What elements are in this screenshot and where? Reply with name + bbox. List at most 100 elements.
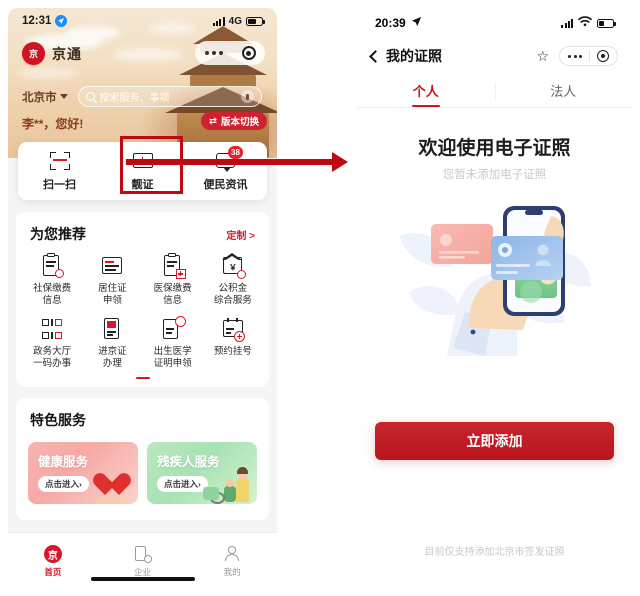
screenshot-root: 12:31 4G 京 京通 北京市 搜索服务、事项 李**，您好! ⇄ 版本切换… bbox=[0, 0, 640, 596]
back-chevron-icon[interactable] bbox=[369, 49, 382, 63]
nav-tab-home[interactable]: 京 首页 bbox=[8, 533, 98, 588]
grid-item-label: 进京证 办理 bbox=[98, 346, 127, 369]
recommend-section: 为您推荐 定制 > 社保缴费 信息 居住证 申领 医保缴费 信息 ￥ 公积金 综… bbox=[16, 212, 269, 387]
target-icon[interactable] bbox=[241, 46, 256, 60]
recommend-grid: 社保缴费 信息 居住证 申领 医保缴费 信息 ￥ 公积金 综合服务 政务大厅 一… bbox=[16, 250, 269, 370]
quick-action-scan[interactable]: 扫一扫 bbox=[18, 142, 101, 200]
page-title: 我的证照 bbox=[386, 48, 442, 64]
person-icon bbox=[223, 545, 241, 563]
wifi-icon bbox=[578, 16, 592, 30]
city-and-search-row: 北京市 搜索服务、事项 bbox=[22, 86, 262, 107]
unread-badge: 38 bbox=[228, 145, 243, 159]
customize-link[interactable]: 定制 > bbox=[226, 227, 255, 242]
grid-item-residence-permit[interactable]: 居住证 申领 bbox=[82, 254, 142, 307]
featured-card-title: 健康服务 bbox=[38, 455, 89, 469]
grid-item-label: 出生医学 证明申领 bbox=[153, 346, 192, 369]
tab-personal[interactable]: 个人 bbox=[357, 74, 495, 107]
featured-cards: 健康服务 点击进入› 残疾人服务 点击进入› bbox=[16, 436, 269, 504]
footer-note: 目前仅支持添加北京市签发证照 bbox=[424, 547, 565, 558]
battery-icon bbox=[246, 16, 265, 26]
page-nav-bar: 我的证照 ☆ bbox=[357, 38, 632, 74]
grid-item-label: 居住证 申领 bbox=[98, 283, 127, 306]
tab-label: 个人 bbox=[412, 84, 439, 99]
empty-state-heading: 欢迎使用电子证照 bbox=[418, 138, 571, 159]
left-phone-screen: 12:31 4G 京 京通 北京市 搜索服务、事项 李**，您好! ⇄ 版本切换… bbox=[8, 8, 277, 588]
section-title: 特色服务 bbox=[30, 412, 86, 428]
featured-card-disability[interactable]: 残疾人服务 点击进入› bbox=[147, 442, 257, 504]
search-placeholder: 搜索服务、事项 bbox=[99, 93, 170, 104]
qr-code-icon bbox=[40, 317, 64, 341]
tab-label: 法人 bbox=[550, 84, 577, 99]
featured-card-button[interactable]: 点击进入› bbox=[38, 476, 89, 492]
clipboard-social-icon bbox=[40, 253, 65, 278]
left-network-type: 4G bbox=[228, 15, 242, 27]
brand-row: 京 京通 bbox=[22, 42, 82, 65]
city-selector[interactable]: 北京市 bbox=[22, 89, 68, 105]
hand-holding-phone-illustration bbox=[395, 196, 595, 356]
highlight-box-liangzheng bbox=[120, 136, 183, 194]
location-arrow-icon bbox=[55, 15, 68, 27]
mini-program-capsule[interactable] bbox=[195, 41, 265, 65]
house-fund-icon: ￥ bbox=[221, 253, 246, 279]
signal-icon bbox=[561, 18, 573, 28]
grid-item-beijing-permit[interactable]: 进京证 办理 bbox=[82, 317, 142, 370]
grid-item-housing-fund[interactable]: ￥ 公积金 综合服务 bbox=[203, 253, 263, 307]
grid-item-gov-hall-qr[interactable]: 政务大厅 一码办事 bbox=[22, 317, 82, 370]
microphone-icon[interactable] bbox=[241, 90, 254, 103]
grid-item-appointment[interactable]: 预约挂号 bbox=[203, 317, 263, 370]
home-indicator-bar bbox=[90, 577, 195, 581]
recommend-header: 为您推荐 定制 > bbox=[16, 212, 269, 250]
quick-action-label: 扫一扫 bbox=[43, 178, 76, 191]
permit-icon bbox=[100, 317, 124, 341]
nav-tab-label: 我的 bbox=[223, 567, 241, 577]
battery-icon bbox=[597, 18, 616, 28]
grid-item-label: 医保缴费 信息 bbox=[153, 283, 192, 306]
version-switch-button[interactable]: ⇄ 版本切换 bbox=[201, 112, 267, 130]
more-dots-icon[interactable] bbox=[568, 54, 582, 58]
star-icon[interactable]: ☆ bbox=[536, 49, 549, 63]
city-label: 北京市 bbox=[22, 91, 57, 104]
signal-icon bbox=[213, 16, 225, 26]
quick-action-news[interactable]: 38 便民资讯 bbox=[184, 142, 267, 200]
brand-logo-glyph: 京 bbox=[28, 49, 38, 59]
grid-item-medical-insurance[interactable]: 医保缴费 信息 bbox=[143, 253, 203, 307]
birth-certificate-icon bbox=[161, 316, 186, 341]
user-greeting: 李**，您好! bbox=[22, 117, 84, 131]
swap-icon: ⇄ bbox=[209, 115, 217, 127]
left-status-time: 12:31 bbox=[22, 15, 52, 27]
tab-bar: 个人 法人 bbox=[357, 74, 632, 108]
grid-item-label: 预约挂号 bbox=[213, 346, 252, 357]
quick-action-label: 便民资讯 bbox=[203, 178, 248, 191]
right-status-time: 20:39 bbox=[375, 16, 406, 30]
enterprise-icon bbox=[134, 545, 152, 563]
nav-tab-mine[interactable]: 我的 bbox=[187, 533, 277, 588]
location-arrow-icon bbox=[411, 16, 422, 30]
tab-legal-entity[interactable]: 法人 bbox=[495, 74, 633, 107]
grid-item-label: 政务大厅 一码办事 bbox=[33, 346, 72, 369]
left-status-bar: 12:31 4G bbox=[8, 8, 277, 34]
scan-icon bbox=[49, 151, 70, 171]
grid-item-social-insurance[interactable]: 社保缴费 信息 bbox=[22, 253, 82, 307]
section-title: 为您推荐 bbox=[30, 226, 86, 242]
empty-state-subtext: 您暂未添加电子证照 bbox=[442, 169, 547, 181]
grid-item-label: 公积金 综合服务 bbox=[213, 283, 252, 306]
right-status-bar: 20:39 bbox=[357, 8, 632, 38]
grid-item-birth-certificate[interactable]: 出生医学 证明申领 bbox=[143, 316, 203, 370]
featured-header: 特色服务 bbox=[16, 398, 269, 436]
add-now-button[interactable]: 立即添加 bbox=[375, 422, 614, 460]
right-phone-screen: 20:39 我的证照 ☆ 个人 法人 欢迎使用电子证照 您暂未添加电子证照 立即… bbox=[357, 8, 632, 588]
featured-section: 特色服务 健康服务 点击进入› 残疾人服务 点击进入› bbox=[16, 398, 269, 520]
search-icon bbox=[85, 92, 95, 101]
clipboard-medical-icon bbox=[161, 253, 186, 279]
people-illustration bbox=[197, 466, 251, 504]
version-switch-label: 版本切换 bbox=[220, 117, 259, 128]
mini-program-capsule bbox=[559, 46, 618, 66]
calendar-plus-icon bbox=[221, 317, 245, 342]
target-icon[interactable] bbox=[597, 50, 609, 62]
search-input[interactable]: 搜索服务、事项 bbox=[77, 86, 262, 107]
brand-name: 京通 bbox=[52, 45, 82, 62]
featured-card-health[interactable]: 健康服务 点击进入› bbox=[28, 442, 138, 504]
grid-item-label: 社保缴费 信息 bbox=[33, 283, 72, 306]
more-dots-icon[interactable] bbox=[204, 51, 223, 55]
arrow-head bbox=[332, 152, 348, 172]
